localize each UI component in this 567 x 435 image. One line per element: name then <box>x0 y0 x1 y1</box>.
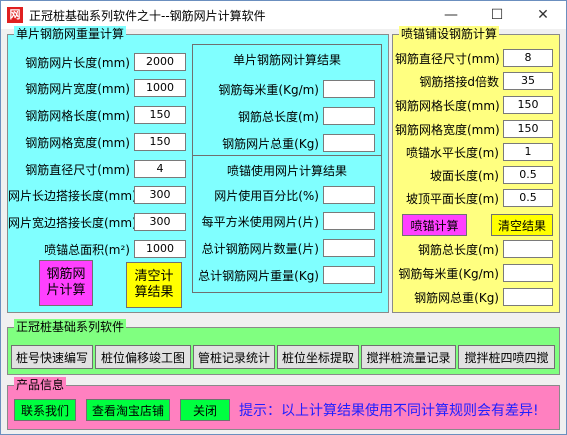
series-button-mixing-spray[interactable]: 搅拌桩四喷四搅 <box>458 345 555 369</box>
result-label-weight-per-meter: 钢筋每米重(Kg/m) <box>218 83 319 97</box>
slope-length-input[interactable] <box>503 166 553 184</box>
field-label-grid-length: 钢筋网格长度(mm) <box>25 109 130 123</box>
horizontal-length-input[interactable] <box>503 143 553 161</box>
minimize-button[interactable]: — <box>428 1 474 29</box>
mesh-per-sqm-output[interactable] <box>323 212 375 230</box>
mesh-length-input[interactable] <box>134 53 186 71</box>
field-label-slope-top-length: 坡顶平面长度(m) <box>405 192 499 206</box>
series-button-pile-offset[interactable]: 桩位偏移竣工图 <box>95 345 191 369</box>
series-button-pile-number[interactable]: 桩号快速编写 <box>11 345 93 369</box>
spray-total-weight-output[interactable] <box>503 288 553 306</box>
spray-mesh-results-title: 喷锚使用网片计算结果 <box>226 164 347 178</box>
spray-rebar-diameter-input[interactable] <box>503 49 553 67</box>
series-button-pile-record[interactable]: 管桩记录统计 <box>193 345 275 369</box>
total-mesh-count-output[interactable] <box>323 239 375 257</box>
window-title: 正冠桩基础系列软件之十--钢筋网片计算软件 <box>29 9 266 23</box>
field-label-grid-width: 钢筋网格宽度(mm) <box>25 136 130 150</box>
grid-width-input[interactable] <box>134 133 186 151</box>
series-button-mixing-flow[interactable]: 搅拌桩流量记录 <box>361 345 456 369</box>
total-weight-output[interactable] <box>323 134 375 152</box>
spray-grid-length-input[interactable] <box>503 96 553 114</box>
field-label-spray-grid-width: 钢筋网格宽度(mm) <box>395 123 500 137</box>
grid-length-input[interactable] <box>134 106 186 124</box>
close-window-button[interactable]: ✕ <box>520 1 566 29</box>
result-label-mesh-per-sqm: 每平方米使用网片(片) <box>201 215 319 229</box>
single-mesh-results-box: 单片钢筋网计算结果 钢筋每米重(Kg/m) 钢筋总长度(m) 钢筋网片总重(Kg… <box>192 44 382 157</box>
taobao-store-button[interactable]: 查看淘宝店铺 <box>86 399 170 421</box>
field-label-slope-length: 坡面长度(m) <box>429 169 499 183</box>
field-label-spray-grid-length: 钢筋网格长度(mm) <box>395 99 500 113</box>
result-label-total-mesh-weight: 总计钢筋网片重量(Kg) <box>198 269 319 283</box>
contact-us-button[interactable]: 联系我们 <box>14 399 76 421</box>
total-mesh-weight-output[interactable] <box>323 266 375 284</box>
spray-rebar-group: 喷锚铺设钢筋计算 钢筋直径尺寸(mm) 钢筋搭接d倍数 钢筋网格长度(mm) 钢… <box>392 26 560 313</box>
result-label-spray-total-length: 钢筋总长度(m) <box>417 243 499 257</box>
close-button[interactable]: 关闭 <box>180 399 230 421</box>
field-label-horizontal-length: 喷锚水平长度(m) <box>405 146 499 160</box>
field-label-mesh-length: 钢筋网片长度(mm) <box>25 56 130 70</box>
product-info-title: 产品信息 <box>14 377 67 393</box>
wide-overlap-input[interactable] <box>134 213 186 231</box>
single-mesh-weight-title: 单片钢筋网重量计算 <box>14 26 127 42</box>
field-label-total-area: 喷锚总面积(m²) <box>44 243 130 257</box>
total-length-output[interactable] <box>323 107 375 125</box>
spray-clear-button[interactable]: 清空结果 <box>491 214 553 236</box>
clear-results-button[interactable]: 清空计算结果 <box>126 262 182 308</box>
result-label-total-length: 钢筋总长度(m) <box>237 110 319 124</box>
spray-rebar-title: 喷锚铺设钢筋计算 <box>399 26 500 42</box>
calculation-hint: 提示：以上计算结果使用不同计算规则会有差异! <box>239 403 539 419</box>
series-button-pile-coordinates[interactable]: 桩位坐标提取 <box>277 345 359 369</box>
spray-weight-per-meter-output[interactable] <box>503 264 553 282</box>
spray-mesh-results-box: 喷锚使用网片计算结果 网片使用百分比(%) 每平方米使用网片(片) 总计钢筋网片… <box>192 155 382 293</box>
field-label-long-overlap: 网片长边搭接长度(mm) <box>8 189 137 203</box>
slope-top-length-input[interactable] <box>503 189 553 207</box>
single-mesh-results-title: 单片钢筋网计算结果 <box>232 53 341 67</box>
weight-per-meter-output[interactable] <box>323 80 375 98</box>
maximize-button[interactable]: ☐ <box>474 1 520 29</box>
result-label-total-weight: 钢筋网片总重(Kg) <box>222 137 319 151</box>
app-icon: 网 <box>7 7 23 23</box>
field-label-rebar-diameter: 钢筋直径尺寸(mm) <box>25 163 130 177</box>
field-label-spray-rebar-diameter: 钢筋直径尺寸(mm) <box>395 52 500 66</box>
rebar-diameter-input[interactable] <box>134 160 186 178</box>
result-label-spray-total-weight: 钢筋网总重(Kg) <box>414 291 499 305</box>
usage-percent-output[interactable] <box>323 186 375 204</box>
spray-calc-button[interactable]: 喷锚计算 <box>402 214 467 236</box>
result-label-usage-percent: 网片使用百分比(%) <box>214 189 319 203</box>
title-bar: 网 正冠桩基础系列软件之十--钢筋网片计算软件 — ☐ ✕ <box>1 1 566 29</box>
total-area-input[interactable] <box>134 240 186 258</box>
overlap-multiple-input[interactable] <box>503 72 553 90</box>
long-overlap-input[interactable] <box>134 186 186 204</box>
result-label-total-mesh-count: 总计钢筋网片数量(片) <box>201 242 319 256</box>
field-label-mesh-width: 钢筋网片宽度(mm) <box>25 82 130 96</box>
single-mesh-weight-group: 单片钢筋网重量计算 钢筋网片长度(mm) 钢筋网片宽度(mm) 钢筋网格长度(m… <box>7 26 389 313</box>
spray-total-length-output[interactable] <box>503 240 553 258</box>
field-label-wide-overlap: 网片宽边搭接长度(mm) <box>8 216 137 230</box>
spray-grid-width-input[interactable] <box>503 120 553 138</box>
series-software-title: 正冠桩基础系列软件 <box>14 319 127 335</box>
field-label-overlap-multiple: 钢筋搭接d倍数 <box>419 75 499 89</box>
app-window: 网 正冠桩基础系列软件之十--钢筋网片计算软件 — ☐ ✕ 单片钢筋网重量计算 … <box>0 0 567 435</box>
series-software-group: 正冠桩基础系列软件 桩号快速编写 桩位偏移竣工图 管桩记录统计 桩位坐标提取 搅… <box>7 319 560 375</box>
mesh-calc-button[interactable]: 钢筋网片计算 <box>39 260 93 306</box>
result-label-spray-weight-per-meter: 钢筋每米重(Kg/m) <box>398 267 499 281</box>
mesh-width-input[interactable] <box>134 79 186 97</box>
